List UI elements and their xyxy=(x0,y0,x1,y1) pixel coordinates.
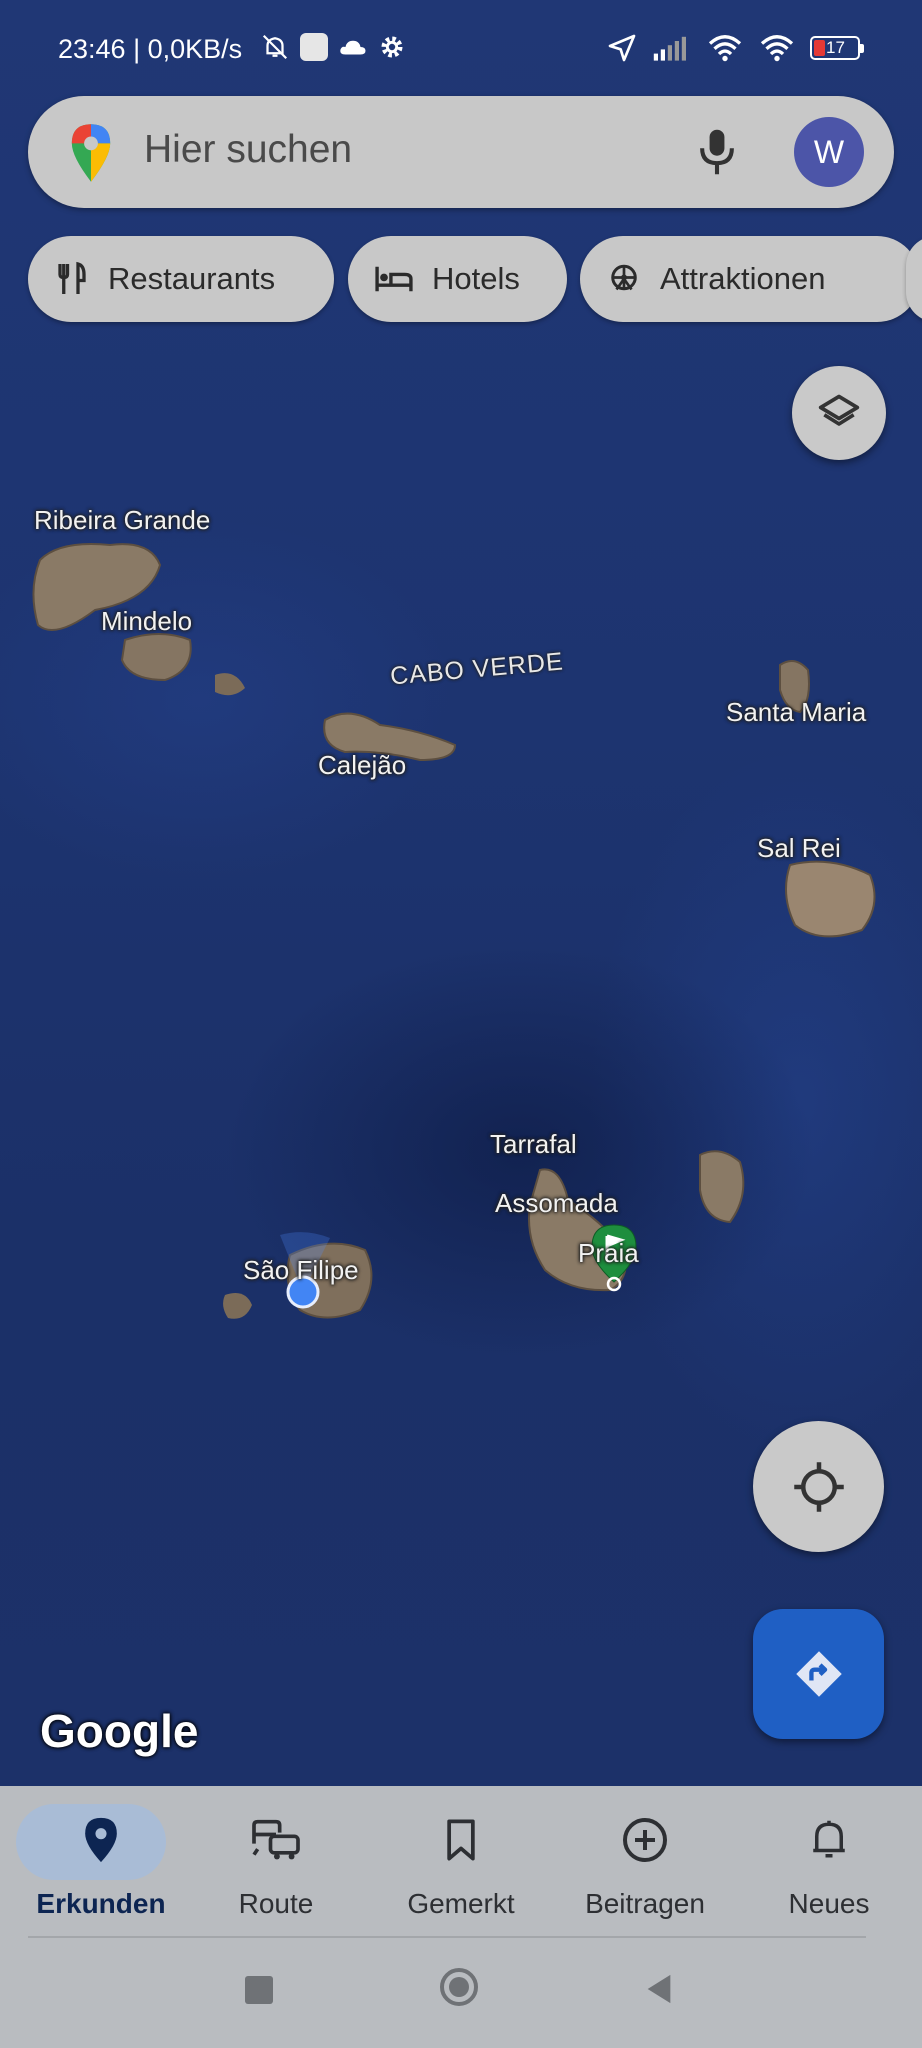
attraction-icon xyxy=(611,264,637,291)
app-icon xyxy=(300,33,328,61)
place-label-praia[interactable]: Praia xyxy=(578,1238,639,1269)
status-time: 23:46 xyxy=(58,34,126,64)
tab-label: Neues xyxy=(788,1888,870,1919)
place-label-santa-maria[interactable]: Santa Maria xyxy=(726,697,866,728)
explore-pin-icon xyxy=(85,1817,117,1863)
chip-hotels[interactable]: Hotels xyxy=(348,236,567,322)
commute-icon xyxy=(252,1819,300,1860)
place-label-assomada[interactable]: Assomada xyxy=(495,1188,618,1219)
tab-neues[interactable]: Neues xyxy=(744,1796,914,1919)
divider xyxy=(28,1936,866,1938)
tab-label: Beitragen xyxy=(585,1888,705,1919)
tab-label: Gemerkt xyxy=(407,1888,515,1919)
search-bar[interactable]: Hier suchen W xyxy=(28,96,894,208)
system-navigation-bar xyxy=(0,1946,922,2048)
location-icon xyxy=(608,34,636,62)
hotel-icon xyxy=(375,266,413,292)
bell-off-icon xyxy=(262,34,288,60)
my-location-button[interactable] xyxy=(753,1421,884,1552)
back-button[interactable] xyxy=(644,1972,674,2006)
status-network-speed: | 0,0KB/s xyxy=(133,34,243,64)
tab-label: Erkunden xyxy=(36,1888,166,1919)
layers-icon xyxy=(818,394,860,426)
avatar[interactable]: W xyxy=(794,117,864,187)
microphone-icon[interactable] xyxy=(694,126,740,178)
google-maps-logo-icon xyxy=(71,124,111,182)
chip-restaurants[interactable]: Restaurants xyxy=(28,236,334,322)
bell-icon xyxy=(813,1820,845,1858)
battery-icon: 17 xyxy=(810,36,864,60)
place-label-sal-rei[interactable]: Sal Rei xyxy=(757,833,841,864)
chip-label: Restaurants xyxy=(108,261,276,296)
place-label-sao-filipe[interactable]: São Filipe xyxy=(243,1255,359,1286)
directions-icon xyxy=(795,1651,842,1697)
add-circle-icon xyxy=(623,1818,667,1862)
bottom-navigation: Erkunden Route Gemerkt Beitragen Neues xyxy=(0,1786,922,2048)
signal-icon xyxy=(653,36,686,61)
tab-route[interactable]: Route xyxy=(191,1796,361,1919)
place-label-calejao[interactable]: Calejão xyxy=(318,750,406,781)
wifi-calling-icon xyxy=(760,35,794,62)
status-bar: 23:46 | 0,0KB/s 17 xyxy=(0,0,922,100)
chip-label: Attraktionen xyxy=(660,261,826,296)
search-input[interactable]: Hier suchen xyxy=(144,128,352,172)
wifi-icon xyxy=(708,35,742,62)
chip-attraktionen[interactable]: Attraktionen xyxy=(580,236,920,322)
tab-gemerkt[interactable]: Gemerkt xyxy=(376,1796,546,1919)
directions-button[interactable] xyxy=(753,1609,884,1739)
bookmark-icon xyxy=(447,1819,475,1861)
recents-button[interactable] xyxy=(245,1976,273,2004)
place-label-ribeira-grande[interactable]: Ribeira Grande xyxy=(34,505,210,536)
tab-beitragen[interactable]: Beitragen xyxy=(560,1796,730,1919)
tab-erkunden[interactable]: Erkunden xyxy=(16,1796,186,1919)
chip-label: Hotels xyxy=(432,261,520,296)
place-label-mindelo[interactable]: Mindelo xyxy=(101,606,192,637)
gear-icon xyxy=(381,36,403,58)
crosshair-icon xyxy=(793,1461,844,1512)
layers-button[interactable] xyxy=(792,366,886,460)
google-logo: Google xyxy=(40,1705,199,1757)
tab-label: Route xyxy=(238,1888,314,1919)
restaurant-icon xyxy=(58,261,86,294)
home-button[interactable] xyxy=(440,1968,478,2006)
cloud-icon xyxy=(340,40,366,55)
battery-level: 17 xyxy=(826,38,845,57)
category-chips: Restaurants Hotels Attraktionen xyxy=(28,236,922,322)
place-label-tarrafal[interactable]: Tarrafal xyxy=(490,1129,577,1160)
